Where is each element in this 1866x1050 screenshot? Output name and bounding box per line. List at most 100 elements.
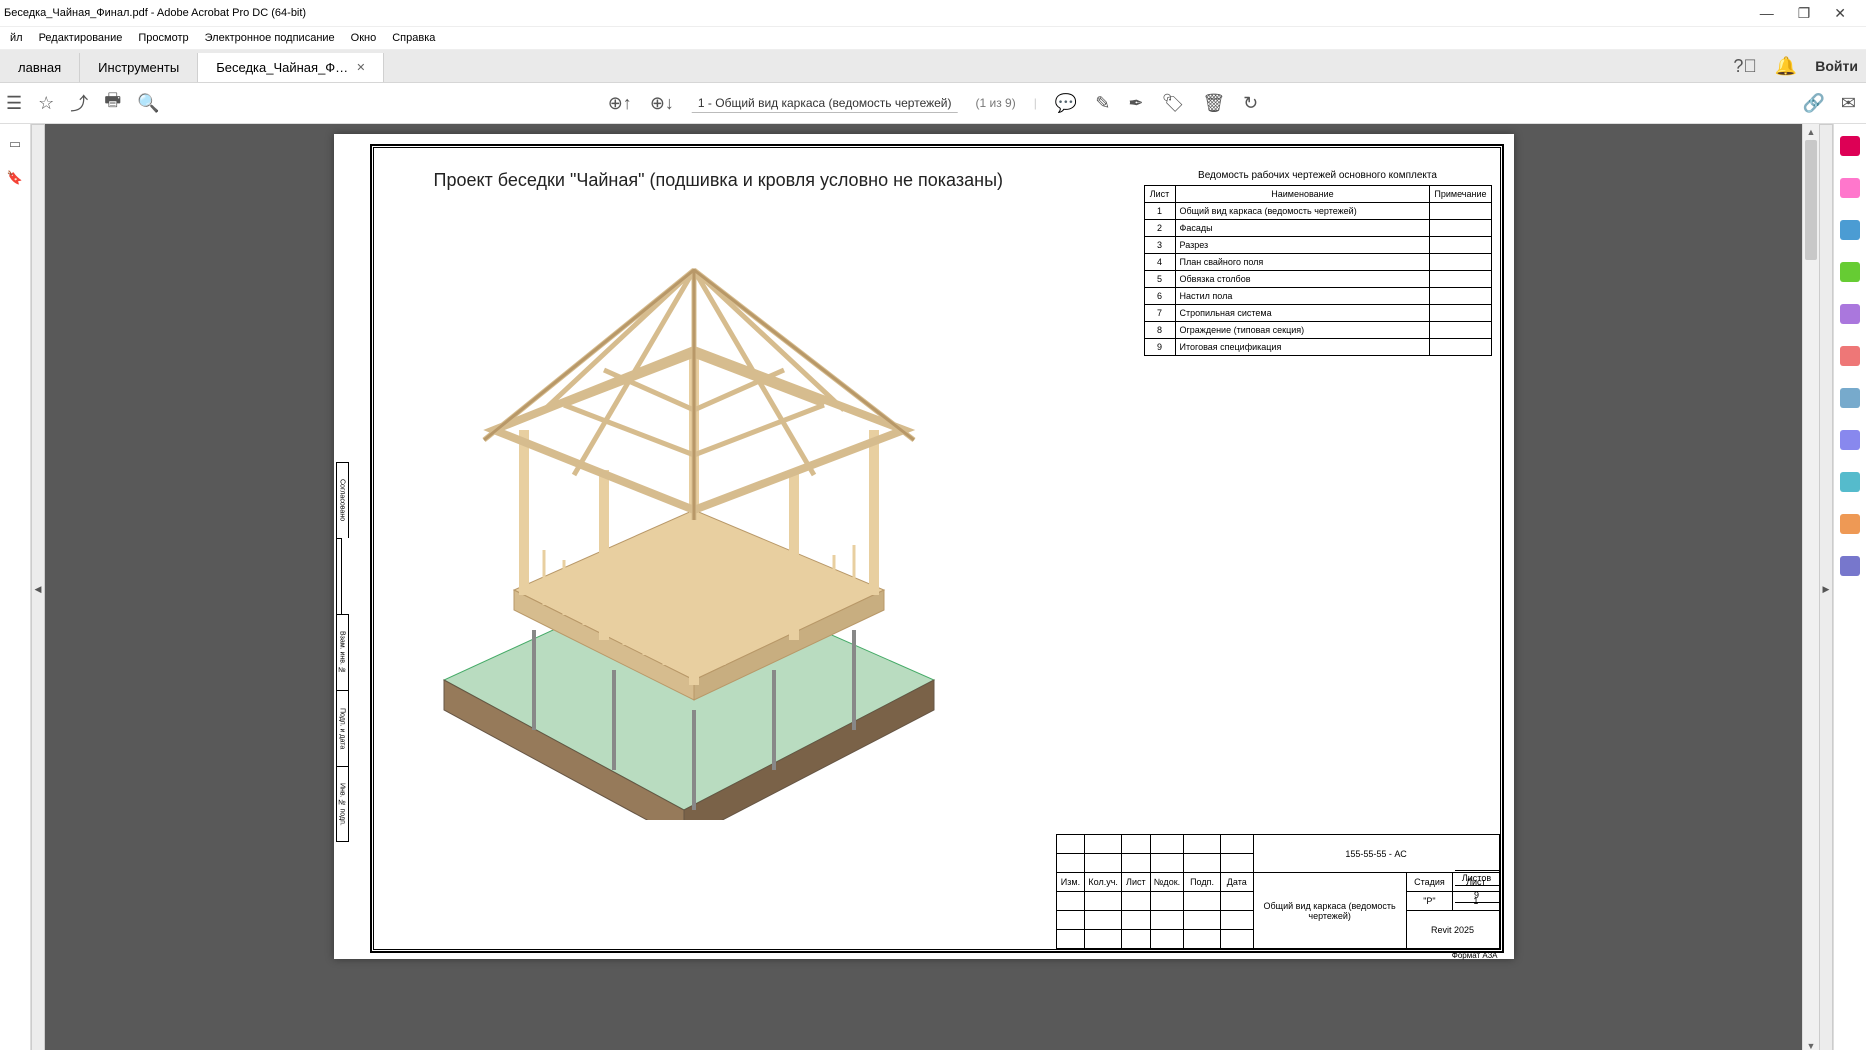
gazebo-illustration — [394, 210, 964, 820]
tool-icon[interactable] — [1840, 430, 1860, 450]
stamp-icon[interactable]: 🏷 — [1161, 93, 1184, 114]
page-count: (1 из 9) — [976, 96, 1016, 110]
side-cell: Взам. инв. № — [336, 614, 349, 690]
tab-tools[interactable]: Инструменты — [80, 53, 198, 82]
side-block: Согласовано Взам. инв. № Подп. и дата Ин… — [336, 462, 366, 922]
side-cell: Подп. и дата — [336, 690, 349, 766]
star-icon[interactable]: ☆ — [38, 93, 54, 114]
page-up-icon[interactable]: ⊕↑ — [608, 93, 632, 114]
tool-icon[interactable] — [1840, 556, 1860, 576]
bookmarks-icon[interactable]: 🔖 — [7, 170, 23, 186]
table-row: 1Общий вид каркаса (ведомость чертежей) — [1144, 203, 1491, 220]
mail-icon[interactable]: ✉ — [1841, 93, 1856, 114]
thumbnails-icon[interactable]: ▭ — [9, 136, 21, 152]
tab-bar: лавная Инструменты Беседка_Чайная_Ф… ✕ ?… — [0, 50, 1866, 83]
menu-esign[interactable]: Электронное подписание — [199, 30, 341, 46]
title-bar: Беседка_Чайная_Финал.pdf - Adobe Acrobat… — [0, 0, 1866, 27]
tab-home-label: лавная — [18, 60, 61, 75]
maximize-icon[interactable]: ❐ — [1798, 5, 1811, 22]
scroll-track[interactable] — [1803, 140, 1819, 1038]
sign-icon[interactable]: ✒ — [1128, 93, 1143, 114]
schedule-col-name: Наименование — [1175, 186, 1430, 203]
sheet-title: Общий вид каркаса (ведомость чертежей) — [1253, 873, 1406, 949]
tab-home[interactable]: лавная — [0, 53, 80, 82]
vertical-scrollbar[interactable]: ▲ ▼ — [1802, 124, 1819, 1050]
rotate-icon[interactable]: ↻ — [1243, 93, 1258, 114]
bell-icon[interactable]: 🔔 — [1775, 56, 1797, 77]
highlight-icon[interactable]: ✎ — [1095, 93, 1110, 114]
tool-icon[interactable] — [1840, 304, 1860, 324]
tb-ndoc: №док. — [1150, 873, 1183, 892]
window-controls: — ❐ ✕ — [1760, 5, 1862, 22]
menu-bar: йл Редактирование Просмотр Электронное п… — [0, 27, 1866, 50]
schedule-col-list: Лист — [1144, 186, 1175, 203]
workspace: ▭ 🔖 ◀ Проект беседки "Чайная" (подшивка … — [0, 124, 1866, 1050]
tool-icon[interactable] — [1840, 178, 1860, 198]
menu-file[interactable]: йл — [4, 30, 29, 46]
tool-icon[interactable] — [1840, 346, 1860, 366]
comment-icon[interactable]: 💬 — [1055, 93, 1077, 114]
tab-close-icon[interactable]: ✕ — [356, 61, 365, 74]
help-icon[interactable]: ?⃝ — [1733, 56, 1757, 77]
drawing-title: Проект беседки "Чайная" (подшивка и кров… — [434, 170, 1004, 191]
search-icon[interactable]: 🔍 — [137, 93, 159, 114]
print-icon[interactable]: 🖶 — [104, 88, 121, 118]
tb-sheets-h: Листов — [1455, 870, 1500, 886]
tab-tools-label: Инструменты — [98, 60, 179, 75]
tool-icon[interactable] — [1840, 136, 1860, 156]
scroll-down-icon[interactable]: ▼ — [1803, 1038, 1819, 1050]
pdf-page: Проект беседки "Чайная" (подшивка и кров… — [334, 134, 1514, 959]
menu-window[interactable]: Окно — [345, 30, 383, 46]
side-cell — [336, 538, 342, 614]
table-row: 8Ограждение (типовая секция) — [1144, 322, 1491, 339]
tb-izm: Изм. — [1056, 873, 1085, 892]
scroll-thumb[interactable] — [1805, 140, 1817, 260]
minimize-icon[interactable]: — — [1760, 5, 1774, 22]
page-area[interactable]: Проект беседки "Чайная" (подшивка и кров… — [45, 124, 1802, 1050]
format-label: Формат А3А — [1452, 951, 1498, 960]
tab-document[interactable]: Беседка_Чайная_Ф… ✕ — [198, 53, 384, 82]
title-block: 155-55-55 - АС Изм. Кол.уч. Лист №док. П… — [1056, 834, 1500, 949]
menu-view[interactable]: Просмотр — [132, 30, 194, 46]
tab-doc-label: Беседка_Чайная_Ф… — [216, 60, 348, 75]
scroll-up-icon[interactable]: ▲ — [1803, 124, 1819, 140]
tool-icon[interactable] — [1840, 388, 1860, 408]
tb-date: Дата — [1220, 873, 1253, 892]
table-row: 9Итоговая спецификация — [1144, 339, 1491, 356]
window-title: Беседка_Чайная_Финал.pdf - Adobe Acrobat… — [4, 7, 306, 19]
sidebar-toggle-icon[interactable]: ☰ — [6, 93, 22, 114]
schedule-title: Ведомость рабочих чертежей основного ком… — [1144, 170, 1492, 181]
right-collapse-button[interactable]: ▶ — [1819, 124, 1833, 1050]
table-row: 6Настил пола — [1144, 288, 1491, 305]
tb-podp: Подп. — [1184, 873, 1221, 892]
tool-icon[interactable] — [1840, 262, 1860, 282]
tb-sheets-v: 9 — [1455, 888, 1500, 903]
toolbar-center: ⊕↑ ⊕↓ 1 - Общий вид каркаса (ведомость ч… — [608, 93, 1259, 114]
side-cell: Инв. № подп. — [336, 766, 349, 842]
page-label[interactable]: 1 - Общий вид каркаса (ведомость чертеже… — [692, 94, 958, 113]
table-row: 5Обвязка столбов — [1144, 271, 1491, 288]
left-collapse-button[interactable]: ◀ — [31, 124, 45, 1050]
tool-icon[interactable] — [1840, 472, 1860, 492]
delete-icon[interactable]: 🗑 — [1202, 93, 1225, 114]
close-icon[interactable]: ✕ — [1834, 5, 1846, 22]
table-row: 3Разрез — [1144, 237, 1491, 254]
tool-icon[interactable] — [1840, 514, 1860, 534]
menu-help[interactable]: Справка — [386, 30, 441, 46]
upload-icon[interactable]: ⤴ — [70, 90, 88, 116]
table-row: 7Стропильная система — [1144, 305, 1491, 322]
software-name: Revit 2025 — [1406, 911, 1499, 949]
login-button[interactable]: Войти — [1815, 58, 1858, 74]
side-cell: Согласовано — [336, 462, 349, 538]
page-down-icon[interactable]: ⊕↓ — [650, 93, 674, 114]
project-number: 155-55-55 - АС — [1253, 835, 1499, 873]
right-tools-panel — [1833, 124, 1866, 1050]
toolbar: ☰ ☆ ⤴ 🖶 🔍 ⊕↑ ⊕↓ 1 - Общий вид каркаса (в… — [0, 83, 1866, 124]
divider: | — [1034, 96, 1037, 110]
tab-bar-right: ?⃝ 🔔 Войти — [1733, 50, 1858, 82]
link-icon[interactable]: 🔗 — [1802, 93, 1824, 114]
table-row: 4План свайного поля — [1144, 254, 1491, 271]
tool-icon[interactable] — [1840, 220, 1860, 240]
toolbar-left: ☰ ☆ ⤴ 🖶 🔍 — [6, 88, 160, 118]
menu-edit[interactable]: Редактирование — [33, 30, 129, 46]
